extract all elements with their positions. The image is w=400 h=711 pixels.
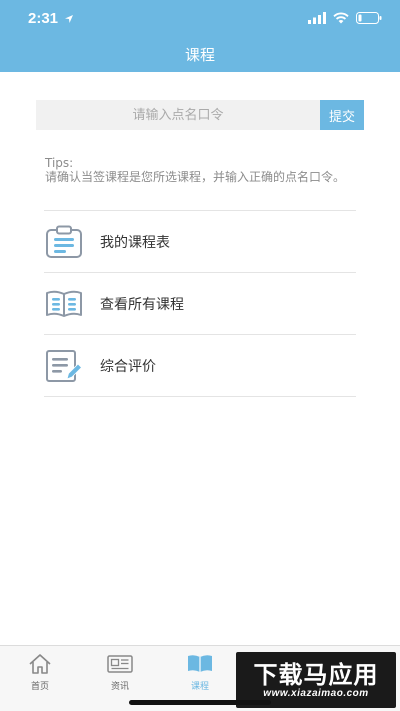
status-time: 2:31 xyxy=(28,10,59,27)
page-title: 课程 xyxy=(184,46,215,64)
tab-home[interactable]: 首页 xyxy=(0,646,80,711)
menu-item-my-schedule[interactable]: 我的课程表 xyxy=(44,211,356,273)
news-icon xyxy=(107,652,133,676)
menu-item-label: 我的课程表 xyxy=(100,234,170,251)
menu-item-label: 查看所有课程 xyxy=(100,296,184,313)
menu-item-evaluation[interactable]: 综合评价 xyxy=(44,335,356,397)
wifi-icon xyxy=(333,12,349,24)
tab-label: 首页 xyxy=(30,682,49,692)
status-bar: 2:31 xyxy=(0,0,400,36)
tab-label: 资讯 xyxy=(110,682,129,692)
clipboard-icon xyxy=(44,222,84,262)
battery-icon xyxy=(356,12,382,24)
watermark-text: 下载马应用 xyxy=(253,660,379,689)
tips-heading: Tips: xyxy=(45,156,74,170)
course-menu: 我的课程表 查看所有课程 综合评价 xyxy=(44,210,356,397)
menu-item-all-courses[interactable]: 查看所有课程 xyxy=(44,273,356,335)
location-arrow-icon xyxy=(65,15,73,23)
signal-icon xyxy=(308,12,326,24)
course-book-icon xyxy=(187,652,213,676)
tips-block: Tips: 请确认当签课程是您所选课程，并输入正确的点名口令。 xyxy=(45,156,360,184)
tab-label: 课程 xyxy=(190,682,209,692)
search-row: 提交 xyxy=(36,100,364,130)
edit-document-icon xyxy=(44,346,84,386)
status-indicators xyxy=(308,12,382,24)
tips-text: 请确认当签课程是您所选课程，并输入正确的点名口令。 xyxy=(45,170,346,184)
rollcall-code-input[interactable] xyxy=(36,100,320,130)
home-indicator[interactable] xyxy=(129,700,271,705)
open-book-icon xyxy=(44,284,84,324)
menu-item-label: 综合评价 xyxy=(100,358,156,375)
home-icon xyxy=(27,652,53,676)
submit-button[interactable]: 提交 xyxy=(320,100,364,130)
watermark-url: www.xiazaimao.com xyxy=(263,687,369,699)
header-bar: 2:31 课程 xyxy=(0,0,400,72)
